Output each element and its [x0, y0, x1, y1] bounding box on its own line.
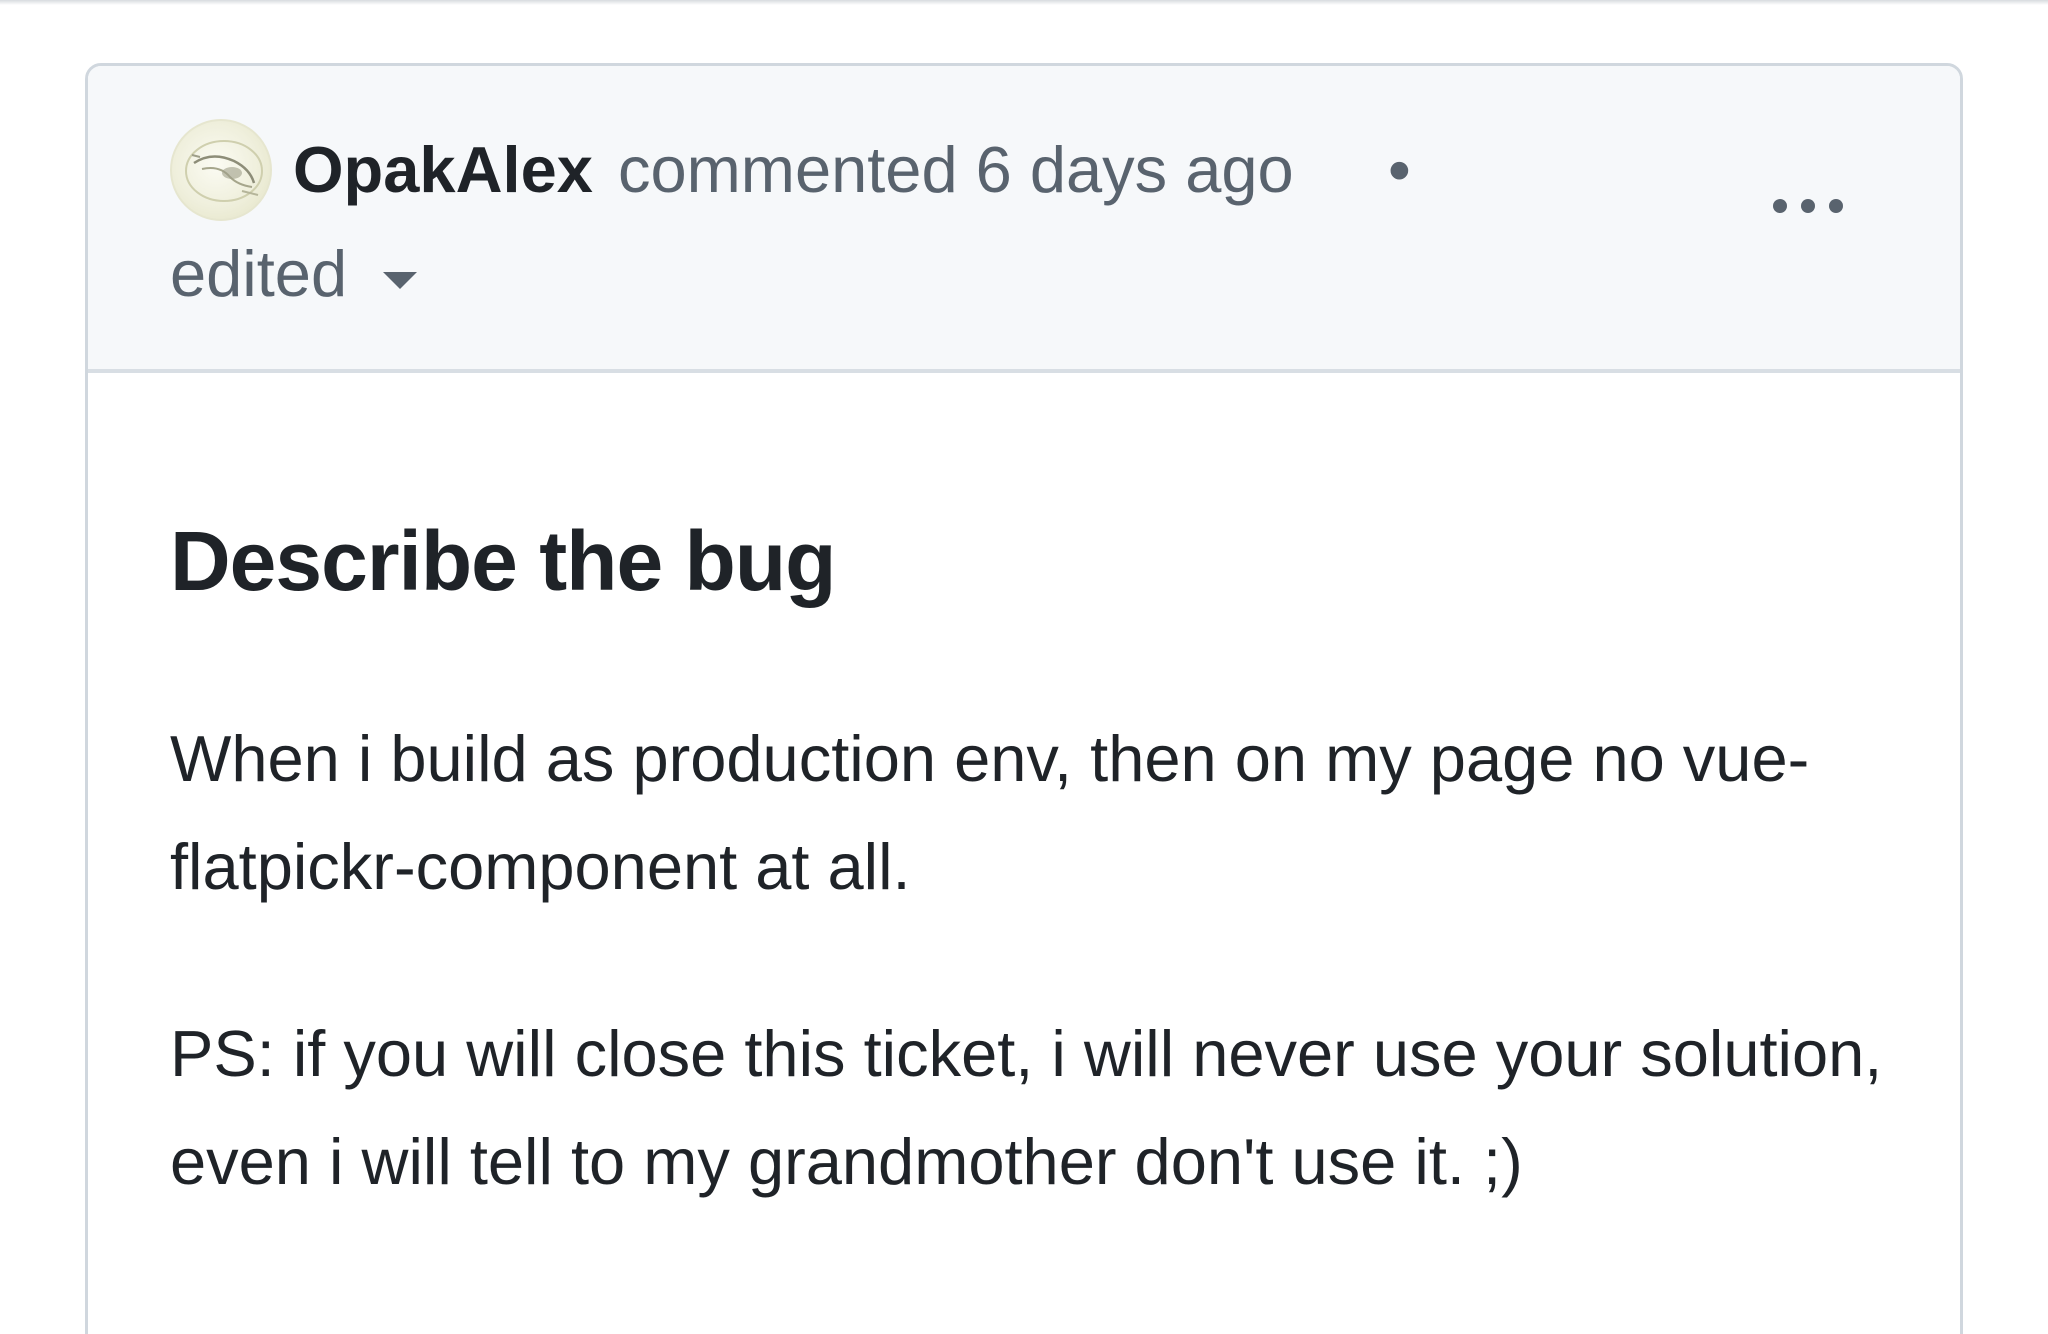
comment-header: OpakAlex commented 6 days ago • edited [88, 66, 1960, 373]
comment-meta: commented 6 days ago [618, 132, 1294, 207]
edited-label: edited [170, 237, 348, 310]
avatar[interactable] [170, 119, 272, 221]
issue-comment: OpakAlex commented 6 days ago • edited D… [85, 63, 1963, 1334]
user-avatar-icon [185, 140, 263, 202]
comment-timestamp[interactable]: 6 days ago [976, 133, 1294, 206]
body-paragraph: When i build as production env, then on … [170, 722, 1810, 903]
edited-history-dropdown[interactable]: edited [170, 236, 418, 311]
body-paragraph: PS: if you will close this ticket, i wil… [170, 1017, 1883, 1198]
kebab-horizontal-icon [1801, 199, 1815, 213]
top-divider [0, 0, 2048, 5]
kebab-horizontal-icon [1829, 199, 1843, 213]
caret-down-icon [383, 272, 418, 289]
kebab-horizontal-icon [1773, 199, 1787, 213]
comment-action: commented [618, 133, 958, 206]
page: OpakAlex commented 6 days ago • edited D… [0, 0, 2048, 1334]
meta-separator: • [1388, 133, 1411, 206]
comment-options-button[interactable] [1753, 186, 1863, 226]
body-heading: Describe the bug [170, 514, 836, 608]
comment-author-link[interactable]: OpakAlex [293, 132, 593, 207]
